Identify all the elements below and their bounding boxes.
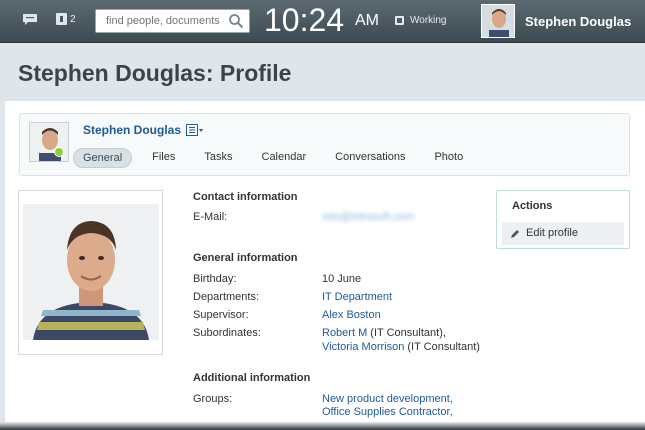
tab-general[interactable]: General <box>73 148 133 168</box>
department-link[interactable]: IT Department <box>322 291 392 303</box>
chat-icon[interactable] <box>22 13 38 26</box>
profile-tabs: General Files Tasks Calendar Conversatio… <box>73 148 483 168</box>
status-icon <box>395 16 404 25</box>
clock-ampm: AM <box>355 12 379 29</box>
group-link[interactable]: New product development, <box>322 393 453 405</box>
profile-avatar[interactable] <box>29 122 69 162</box>
edit-profile-button[interactable]: Edit profile <box>502 222 624 245</box>
email-value[interactable]: sdo@intrasoft.com <box>322 211 414 223</box>
profile-photo-frame <box>18 190 163 355</box>
work-status[interactable]: Working <box>395 15 447 26</box>
search-icon[interactable] <box>228 13 244 29</box>
subordinate-item: Victoria Morrison (IT Consultant) <box>322 341 480 353</box>
group-link[interactable]: Office Supplies Contractor, <box>322 406 453 418</box>
subordinate-link[interactable]: Victoria Morrison <box>322 341 404 353</box>
tab-calendar[interactable]: Calendar <box>253 148 316 168</box>
bottom-edge <box>0 422 645 430</box>
subordinates-label: Subordinates: <box>193 327 261 339</box>
profile-photo-image <box>23 204 159 340</box>
email-label: E-Mail: <box>193 211 228 223</box>
birthday-value: 10 June <box>322 273 362 285</box>
profile-menu-icon[interactable] <box>186 124 204 136</box>
online-status-indicator <box>54 147 64 157</box>
subordinate-role: (IT Consultant) <box>404 341 480 353</box>
contact-info-heading: Contact information <box>193 191 298 203</box>
general-info-heading: General information <box>193 252 298 264</box>
groups-label: Groups: <box>193 393 233 405</box>
subordinate-item: Robert M (IT Consultant), <box>322 327 446 339</box>
actions-heading: Actions <box>512 200 553 212</box>
profile-header: Stephen Douglas General Files Tasks Cale… <box>19 113 630 176</box>
page-title: Stephen Douglas: Profile <box>18 60 292 86</box>
status-label: Working <box>410 15 447 26</box>
subordinate-link[interactable]: Robert M <box>322 327 367 339</box>
profile-panel: Stephen Douglas General Files Tasks Cale… <box>5 101 645 430</box>
user-avatar[interactable] <box>481 4 515 38</box>
supervisor-label: Supervisor: <box>193 309 249 321</box>
profile-name[interactable]: Stephen Douglas <box>83 123 181 137</box>
supervisor-link[interactable]: Alex Boston <box>322 309 381 321</box>
user-name[interactable]: Stephen Douglas <box>525 14 631 29</box>
tab-photo[interactable]: Photo <box>425 148 472 168</box>
user-avatar-image <box>482 5 514 37</box>
edit-profile-label: Edit profile <box>526 227 578 239</box>
profile-photo <box>23 204 159 340</box>
search-box[interactable] <box>95 9 250 33</box>
notifications-button[interactable]: 2 <box>56 13 76 25</box>
tab-conversations[interactable]: Conversations <box>326 148 414 168</box>
birthday-label: Birthday: <box>193 273 237 285</box>
tab-files[interactable]: Files <box>143 148 184 168</box>
top-bar: 2 10:24 AM Working Stephen Douglas <box>0 0 645 43</box>
pencil-icon <box>511 230 519 238</box>
search-input[interactable] <box>96 10 222 32</box>
actions-panel: Actions Edit profile <box>496 190 630 249</box>
profile-avatar-image <box>30 123 68 161</box>
notification-count: 2 <box>70 13 76 25</box>
departments-label: Departments: <box>193 291 260 303</box>
subordinate-role: (IT Consultant), <box>367 327 446 339</box>
additional-info-heading: Additional information <box>193 372 311 384</box>
clock-time: 10:24 <box>264 2 345 38</box>
notification-icon <box>56 13 67 25</box>
tab-tasks[interactable]: Tasks <box>195 148 241 168</box>
